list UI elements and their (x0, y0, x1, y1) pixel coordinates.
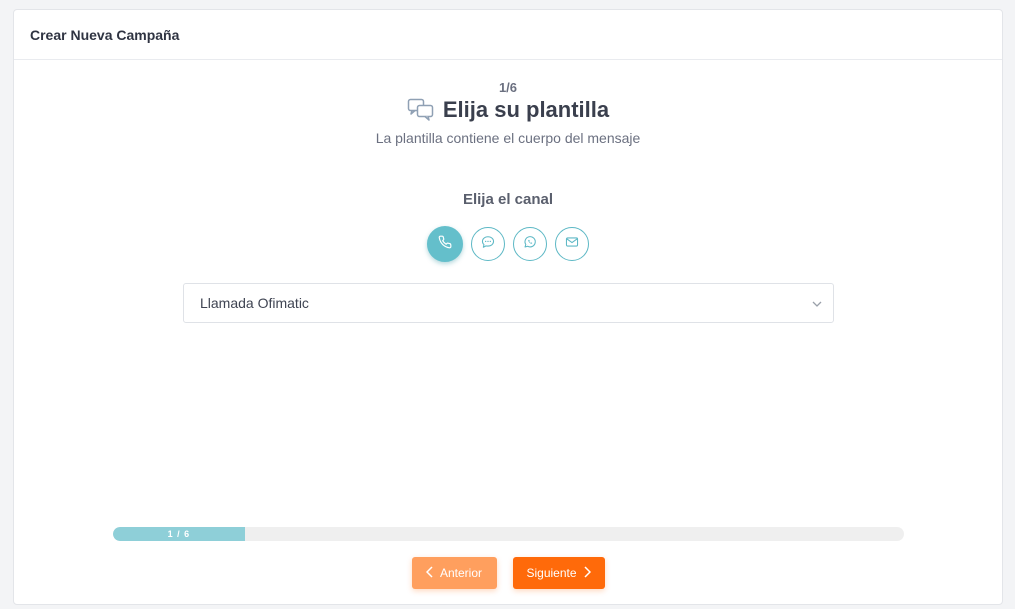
template-select-value: Llamada Ofimatic (200, 295, 309, 311)
progress-bar: 1 / 6 (113, 527, 904, 541)
progress-label: 1 / 6 (167, 529, 191, 539)
channel-whatsapp-button[interactable] (513, 227, 547, 261)
chat-bubbles-icon (407, 98, 435, 122)
chevron-right-icon (583, 565, 591, 581)
sms-icon (481, 235, 495, 254)
whatsapp-icon (523, 235, 537, 254)
next-button[interactable]: Siguiente (512, 557, 605, 589)
navigation-buttons: Anterior Siguiente (14, 557, 1002, 589)
step-subtitle: La plantilla contiene el cuerpo del mens… (375, 130, 641, 146)
channel-label: Elija el canal (462, 191, 554, 208)
next-button-label: Siguiente (526, 566, 577, 580)
step-title: Elija su plantilla (442, 97, 610, 122)
previous-button[interactable]: Anterior (411, 557, 497, 589)
step-counter: 1/6 (498, 80, 518, 95)
email-icon (565, 235, 579, 254)
progress-fill: 1 / 6 (113, 527, 245, 541)
phone-icon (438, 235, 452, 254)
step-title-row: Elija su plantilla (14, 97, 1002, 123)
channel-selector (14, 226, 1002, 262)
create-campaign-card: Crear Nueva Campaña 1/6 Elija su plantil… (13, 9, 1003, 605)
channel-sms-button[interactable] (471, 227, 505, 261)
previous-button-label: Anterior (439, 566, 483, 580)
chevron-down-icon (811, 297, 823, 313)
card-header: Crear Nueva Campaña (14, 10, 1002, 60)
chevron-left-icon (425, 565, 434, 581)
channel-phone-button[interactable] (427, 226, 463, 262)
page-title: Crear Nueva Campaña (30, 26, 180, 43)
channel-email-button[interactable] (555, 227, 589, 261)
template-select[interactable]: Llamada Ofimatic (183, 283, 834, 323)
